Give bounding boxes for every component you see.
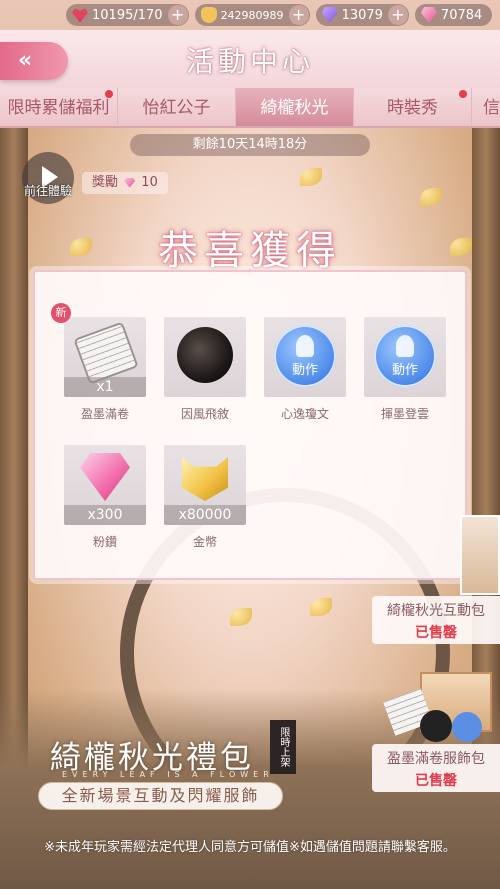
- reward-label: 獎勵: [92, 175, 119, 190]
- stamina-counter: 10195/170 +: [66, 4, 189, 26]
- item-thumbnail: x80000: [164, 445, 246, 525]
- recharge-disclaimer: ※未成年玩家需經法定代理人同意方可儲值※如遇儲值問題請聯繫客服。: [44, 840, 456, 855]
- ink-orb-icon: [177, 327, 233, 383]
- page-title: 活動中心: [185, 45, 314, 78]
- item-name: 金幣: [192, 535, 217, 549]
- sold-out-label: 已售罄: [415, 773, 457, 789]
- tab-label: 怡紅公子: [142, 98, 211, 118]
- package-thumbnail: [460, 515, 500, 595]
- item-thumbnail: [164, 317, 246, 397]
- tab-fashion-show[interactable]: 時裝秀: [354, 88, 472, 126]
- add-stamina-button[interactable]: +: [167, 5, 188, 25]
- reward-badge: 獎勵 10: [82, 172, 168, 194]
- pack-tagline: 全新場景互動及閃耀服飾: [38, 782, 283, 810]
- pink-diamond-icon: [420, 7, 437, 23]
- new-badge: 新: [51, 303, 71, 323]
- item-quantity: x1: [64, 377, 146, 397]
- item-thumbnail: x1: [64, 317, 146, 397]
- tab-label: 限時累儲福利: [7, 98, 110, 118]
- reward-item-ink-scroll[interactable]: 新 x1 盈墨滿卷: [51, 303, 163, 427]
- notification-dot: [459, 90, 467, 98]
- action-icon: [452, 712, 482, 742]
- package-card-outfit[interactable]: 盈墨滿卷服飾包 已售罄: [372, 744, 500, 792]
- purple-diamond-counter: 13079 +: [315, 4, 409, 26]
- package-thumbnail: [380, 672, 500, 742]
- reward-item-action-2[interactable]: 動作 揮墨登雲: [363, 317, 463, 427]
- action-tag: 動作: [391, 363, 418, 378]
- pink-diamond-counter: 70784: [414, 4, 493, 26]
- item-name: 因風飛敘: [180, 407, 229, 421]
- event-tabs: 限時累儲福利 怡紅公子 綺櫳秋光 時裝秀 信: [0, 88, 500, 128]
- reward-item-wind-ink[interactable]: 因風飛敘: [163, 317, 263, 427]
- dancing-figure-icon: [296, 335, 314, 357]
- heart-icon: [72, 7, 88, 23]
- coin-value: 242980989: [220, 8, 284, 22]
- action-icon: 動作: [274, 325, 336, 387]
- item-thumbnail: 動作: [364, 317, 446, 397]
- pack-subtitle: EVERY LEAF IS A FLOWER: [62, 770, 274, 779]
- item-name: 盈墨滿卷: [80, 407, 129, 421]
- package-card-interaction[interactable]: 綺櫳秋光互動包 已售罄: [372, 596, 500, 644]
- item-name: 心逸瓊文: [280, 407, 329, 421]
- item-name: 揮墨登雲: [380, 407, 429, 421]
- ink-orb-icon: [420, 710, 452, 742]
- reward-item-gold-coin[interactable]: x80000 金幣: [163, 445, 263, 555]
- trial-label: 前往體驗: [23, 184, 72, 198]
- item-name: 粉鑽: [92, 535, 117, 549]
- tab-label: 綺櫳秋光: [260, 98, 329, 118]
- item-thumbnail: 動作: [264, 317, 346, 397]
- tab-qilong-qiuguang[interactable]: 綺櫳秋光: [236, 88, 354, 126]
- add-purple-diamond-button[interactable]: +: [387, 5, 408, 25]
- reward-value: 10: [141, 175, 158, 190]
- item-quantity: x80000: [164, 505, 246, 525]
- add-coin-button[interactable]: +: [288, 5, 309, 25]
- reward-dialog[interactable]: 新 x1 盈墨滿卷 因風飛敘 動作 心逸瓊文 動作 揮墨登雲 x300 粉鑽 x…: [33, 270, 467, 580]
- action-tag: 動作: [291, 363, 318, 378]
- scroll-icon: [75, 324, 137, 382]
- stamina-value: 10195/170: [92, 7, 163, 23]
- purple-diamond-icon: [321, 7, 338, 23]
- reward-item-pink-diamond[interactable]: x300 粉鑽: [63, 445, 163, 555]
- package-name: 綺櫳秋光互動包: [387, 603, 485, 619]
- cat-coin-icon: [200, 7, 217, 23]
- pink-diamond-value: 70784: [440, 7, 483, 23]
- coin-counter: 242980989 +: [194, 4, 310, 26]
- cat-coin-icon: [182, 457, 228, 501]
- reward-grid: 新 x1 盈墨滿卷 因風飛敘 動作 心逸瓊文 動作 揮墨登雲 x300 粉鑽 x…: [51, 303, 463, 555]
- tab-more[interactable]: 信: [472, 88, 500, 126]
- tab-label: 時裝秀: [387, 98, 438, 118]
- item-quantity: x300: [64, 505, 146, 525]
- reward-item-action-1[interactable]: 動作 心逸瓊文: [263, 317, 363, 427]
- notification-dot: [105, 90, 113, 98]
- resource-bar: 10195/170 + 242980989 + 13079 + 70784: [0, 0, 500, 30]
- tab-label: 信: [483, 98, 500, 118]
- package-name: 盈墨滿卷服飾包: [387, 751, 485, 767]
- action-icon: 動作: [374, 325, 436, 387]
- dancing-figure-icon: [396, 335, 414, 357]
- purple-diamond-value: 13079: [341, 7, 383, 23]
- item-thumbnail: x300: [64, 445, 146, 525]
- tab-yihong-gongzi[interactable]: 怡紅公子: [118, 88, 236, 126]
- event-countdown: 剩餘10天14時18分: [130, 134, 370, 156]
- sold-out-label: 已售罄: [415, 625, 457, 641]
- limited-seal: 限時上架: [270, 720, 296, 774]
- page-header: « 活動中心: [0, 30, 500, 88]
- pink-diamond-icon: [80, 453, 130, 501]
- tab-limited-recharge[interactable]: 限時累儲福利: [0, 88, 118, 126]
- pink-diamond-icon: [124, 177, 136, 188]
